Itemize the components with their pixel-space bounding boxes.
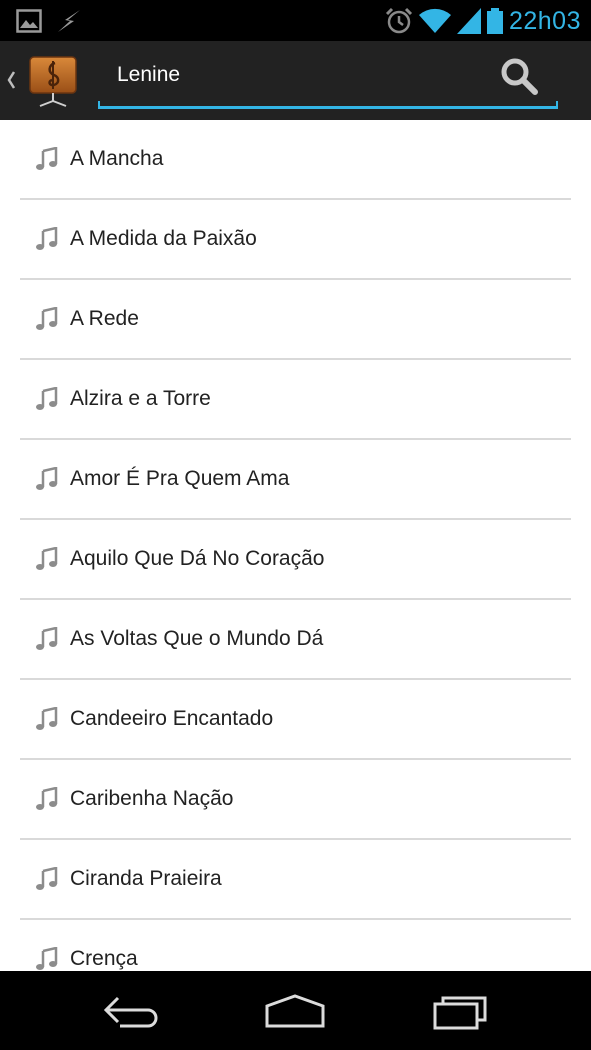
list-item[interactable]: Alzira e a Torre [20,360,571,440]
song-title: As Voltas Que o Mundo Dá [70,627,324,650]
list-item[interactable]: Amor É Pra Quem Ama [20,440,571,520]
music-note-icon [36,787,58,810]
recent-apps-icon[interactable] [430,988,494,1032]
music-note-icon [36,147,58,170]
status-bar: 22h03 [0,0,591,41]
search-input[interactable]: Lenine [98,53,558,109]
music-note-icon [36,947,58,970]
song-title: Amor É Pra Quem Ama [70,467,290,490]
list-item[interactable]: Caribenha Nação [20,760,571,840]
notification-icons [16,8,82,34]
up-caret-icon[interactable] [5,68,17,92]
music-note-icon [36,707,58,730]
image-notification-icon [16,9,42,33]
action-bar: Lenine [0,41,591,120]
list-item[interactable]: Aquilo Que Dá No Coração [20,520,571,600]
search-underline [98,101,558,109]
search-query-text[interactable]: Lenine [117,63,180,87]
music-note-icon [36,627,58,650]
search-icon[interactable] [498,55,540,97]
app-logo-icon[interactable] [28,55,78,107]
list-item[interactable]: A Mancha [20,120,571,200]
list-item[interactable]: Ciranda Praieira [20,840,571,920]
song-title: A Rede [70,307,139,330]
wifi-icon [418,8,451,33]
song-title: Ciranda Praieira [70,867,222,890]
list-item[interactable]: Crença [20,920,571,971]
navigation-bar [0,971,591,1050]
music-note-icon [36,227,58,250]
battery-icon [486,8,503,34]
song-title: Aquilo Que Dá No Coração [70,547,325,570]
signal-icon [456,8,481,34]
song-title: Caribenha Nação [70,787,234,810]
music-note-icon [36,547,58,570]
system-icons: 22h03 [385,6,581,36]
music-note-icon [36,387,58,410]
song-title: A Mancha [70,147,164,170]
alarm-icon [385,7,413,34]
bolt-notification-icon [58,10,80,32]
music-note-icon [36,307,58,330]
home-icon[interactable] [263,988,327,1032]
list-item[interactable]: A Rede [20,280,571,360]
back-icon[interactable] [100,988,164,1032]
music-note-icon [36,467,58,490]
song-title: Crença [70,947,138,970]
music-note-icon [36,867,58,890]
list-item[interactable]: Candeeiro Encantado [20,680,571,760]
list-item[interactable]: A Medida da Paixão [20,200,571,280]
song-title: Alzira e a Torre [70,387,211,410]
song-title: A Medida da Paixão [70,227,257,250]
clock-time: 22h03 [508,6,581,35]
list-item[interactable]: As Voltas Que o Mundo Dá [20,600,571,680]
song-list[interactable]: A Mancha A Medida da Paixão A Rede Alzir… [0,120,591,971]
song-title: Candeeiro Encantado [70,707,274,730]
